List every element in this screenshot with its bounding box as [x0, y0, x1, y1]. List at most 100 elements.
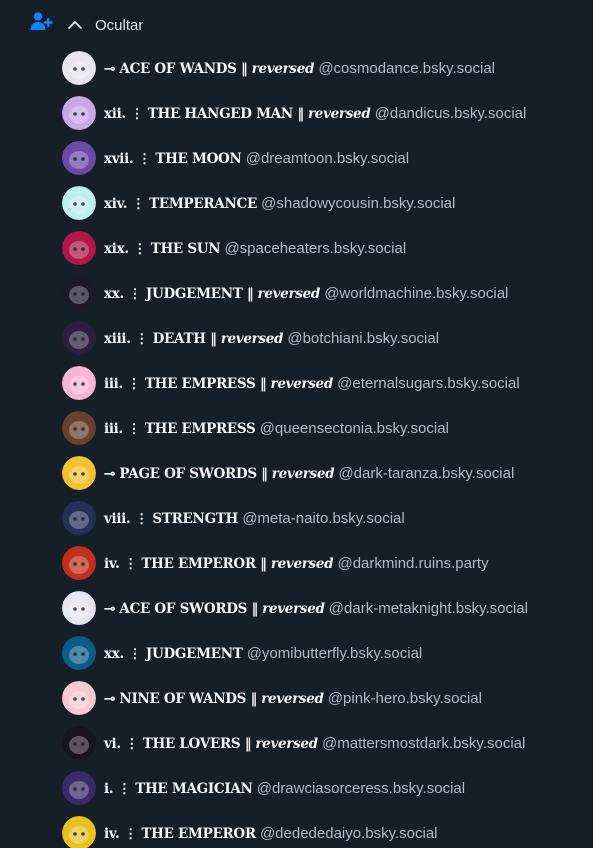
account-handle[interactable]: @dandicus.bsky.social [375, 105, 527, 122]
account-handle[interactable]: @worldmachine.bsky.social [324, 285, 508, 302]
avatar[interactable] [62, 411, 96, 445]
avatar[interactable] [62, 456, 96, 490]
display-name: ⊸ NINE OF WANDS ‖ [104, 691, 257, 707]
account-row[interactable]: xiii. ⋮ DEATH ‖ reversed @botchiani.bsky… [0, 316, 593, 361]
account-row[interactable]: ⊸ NINE OF WANDS ‖ reversed @pink-hero.bs… [0, 676, 593, 721]
account-name-line: ⊸ NINE OF WANDS ‖ reversed @pink-hero.bs… [104, 689, 482, 709]
avatar[interactable] [62, 816, 96, 848]
hide-toggle-button[interactable]: Ocultar [62, 12, 143, 38]
reversed-label: reversed [261, 691, 324, 707]
account-name-line: i. ⋮ THE MAGICIAN @drawciasorceress.bsky… [104, 779, 465, 799]
avatar[interactable] [62, 366, 96, 400]
account-name-line: vi. ⋮ THE LOVERS ‖ reversed @mattersmost… [104, 734, 525, 754]
account-row[interactable]: ⊸ ACE OF SWORDS ‖ reversed @dark-metakni… [0, 586, 593, 631]
account-name-line: xii. ⋮ THE HANGED MAN ‖ reversed @dandic… [104, 104, 526, 124]
avatar[interactable] [62, 96, 96, 130]
display-name: iv. ⋮ THE EMPEROR [104, 826, 256, 842]
reversed-label: reversed [220, 331, 284, 347]
display-name: iii. ⋮ THE EMPRESS ‖ [104, 376, 267, 392]
account-name-line: ⊸ PAGE OF SWORDS ‖ reversed @dark-taranz… [104, 464, 514, 484]
section-header: Ocultar [0, 0, 593, 48]
display-name: xx. ⋮ JUDGEMENT ‖ [104, 286, 254, 302]
account-name-line: iv. ⋮ THE EMPEROR @dedededaiyo.bsky.soci… [104, 824, 438, 844]
avatar[interactable] [62, 321, 96, 355]
account-row[interactable]: vi. ⋮ THE LOVERS ‖ reversed @mattersmost… [0, 721, 593, 766]
account-name-line: ⊸ ACE OF WANDS ‖ reversed @cosmodance.bs… [104, 59, 495, 79]
account-row[interactable]: iv. ⋮ THE EMPEROR ‖ reversed @darkmind.r… [0, 541, 593, 586]
avatar[interactable] [62, 546, 96, 580]
account-handle[interactable]: @queensectonia.bsky.social [260, 420, 449, 437]
account-name-line: ⊸ ACE OF SWORDS ‖ reversed @dark-metakni… [104, 599, 528, 619]
display-name: i. ⋮ THE MAGICIAN [104, 781, 253, 797]
account-row[interactable]: viii. ⋮ STRENGTH @meta-naito.bsky.social [0, 496, 593, 541]
account-handle[interactable]: @yomibutterfly.bsky.social [247, 645, 423, 662]
avatar[interactable] [62, 501, 96, 535]
avatar[interactable] [62, 276, 96, 310]
account-name-line: xix. ⋮ THE SUN @spaceheaters.bsky.social [104, 239, 406, 259]
display-name: xvii. ⋮ THE MOON [104, 151, 242, 167]
avatar[interactable] [62, 636, 96, 670]
display-name: xiv. ⋮ TEMPERANCE [104, 196, 257, 212]
display-name: xiii. ⋮ DEATH ‖ [104, 331, 217, 347]
account-row[interactable]: i. ⋮ THE MAGICIAN @drawciasorceress.bsky… [0, 766, 593, 811]
account-row[interactable]: xx. ⋮ JUDGEMENT ‖ reversed @worldmachine… [0, 271, 593, 316]
account-row[interactable]: xix. ⋮ THE SUN @spaceheaters.bsky.social [0, 226, 593, 271]
account-name-line: xx. ⋮ JUDGEMENT ‖ reversed @worldmachine… [104, 284, 508, 304]
reversed-label: reversed [271, 466, 335, 482]
account-row[interactable]: ⊸ PAGE OF SWORDS ‖ reversed @dark-taranz… [0, 451, 593, 496]
account-row[interactable]: ⊸ ACE OF WANDS ‖ reversed @cosmodance.bs… [0, 46, 593, 91]
chevron-up-icon [68, 21, 82, 29]
reversed-label: reversed [270, 376, 334, 392]
account-name-line: xvii. ⋮ THE MOON @dreamtoon.bsky.social [104, 149, 409, 169]
avatar[interactable] [62, 591, 96, 625]
display-name: iv. ⋮ THE EMPEROR ‖ [104, 556, 267, 572]
account-row[interactable]: xiv. ⋮ TEMPERANCE @shadowycousin.bsky.so… [0, 181, 593, 226]
avatar[interactable] [62, 231, 96, 265]
account-list: ⊸ ACE OF WANDS ‖ reversed @cosmodance.bs… [0, 46, 593, 848]
avatar[interactable] [62, 726, 96, 760]
account-name-line: xiv. ⋮ TEMPERANCE @shadowycousin.bsky.so… [104, 194, 455, 214]
avatar[interactable] [62, 771, 96, 805]
account-name-line: viii. ⋮ STRENGTH @meta-naito.bsky.social [104, 509, 405, 529]
account-row[interactable]: iii. ⋮ THE EMPRESS @queensectonia.bsky.s… [0, 406, 593, 451]
display-name: ⊸ ACE OF SWORDS ‖ [104, 601, 258, 617]
account-handle[interactable]: @drawciasorceress.bsky.social [257, 780, 465, 797]
reversed-label: reversed [307, 106, 371, 122]
add-user-icon[interactable] [29, 9, 53, 33]
account-row[interactable]: iii. ⋮ THE EMPRESS ‖ reversed @eternalsu… [0, 361, 593, 406]
account-row[interactable]: xii. ⋮ THE HANGED MAN ‖ reversed @dandic… [0, 91, 593, 136]
account-handle[interactable]: @dreamtoon.bsky.social [246, 150, 409, 167]
account-name-line: xiii. ⋮ DEATH ‖ reversed @botchiani.bsky… [104, 329, 439, 349]
account-handle[interactable]: @dark-taranza.bsky.social [338, 465, 514, 482]
account-handle[interactable]: @darkmind.ruins.party [337, 555, 488, 572]
account-list-panel: Ocultar ⊸ ACE OF WANDS ‖ reversed @cosmo… [0, 0, 593, 848]
account-name-line: iii. ⋮ THE EMPRESS @queensectonia.bsky.s… [104, 419, 449, 439]
avatar[interactable] [62, 186, 96, 220]
account-handle[interactable]: @dedededaiyo.bsky.social [260, 825, 438, 842]
account-row[interactable]: iv. ⋮ THE EMPEROR @dedededaiyo.bsky.soci… [0, 811, 593, 848]
account-handle[interactable]: @spaceheaters.bsky.social [224, 240, 406, 257]
avatar[interactable] [62, 51, 96, 85]
reversed-label: reversed [270, 556, 334, 572]
display-name: ⊸ PAGE OF SWORDS ‖ [104, 466, 268, 482]
account-row[interactable]: xvii. ⋮ THE MOON @dreamtoon.bsky.social [0, 136, 593, 181]
avatar[interactable] [62, 681, 96, 715]
display-name: ⊸ ACE OF WANDS ‖ [104, 61, 248, 77]
account-handle[interactable]: @eternalsugars.bsky.social [337, 375, 520, 392]
account-handle[interactable]: @mattersmostdark.bsky.social [322, 735, 525, 752]
hide-toggle-label: Ocultar [95, 16, 144, 34]
account-row[interactable]: xx. ⋮ JUDGEMENT @yomibutterfly.bsky.soci… [0, 631, 593, 676]
avatar[interactable] [62, 141, 96, 175]
display-name: vi. ⋮ THE LOVERS ‖ [104, 736, 252, 752]
account-handle[interactable]: @botchiani.bsky.social [287, 330, 439, 347]
account-handle[interactable]: @pink-hero.bsky.social [328, 690, 482, 707]
display-name: xx. ⋮ JUDGEMENT [104, 646, 243, 662]
account-handle[interactable]: @meta-naito.bsky.social [242, 510, 405, 527]
account-handle[interactable]: @cosmodance.bsky.social [318, 60, 495, 77]
reversed-label: reversed [251, 61, 315, 77]
account-handle[interactable]: @dark-metaknight.bsky.social [329, 600, 528, 617]
account-name-line: iv. ⋮ THE EMPEROR ‖ reversed @darkmind.r… [104, 554, 489, 574]
account-handle[interactable]: @shadowycousin.bsky.social [261, 195, 455, 212]
reversed-label: reversed [255, 736, 318, 752]
reversed-label: reversed [262, 601, 325, 617]
